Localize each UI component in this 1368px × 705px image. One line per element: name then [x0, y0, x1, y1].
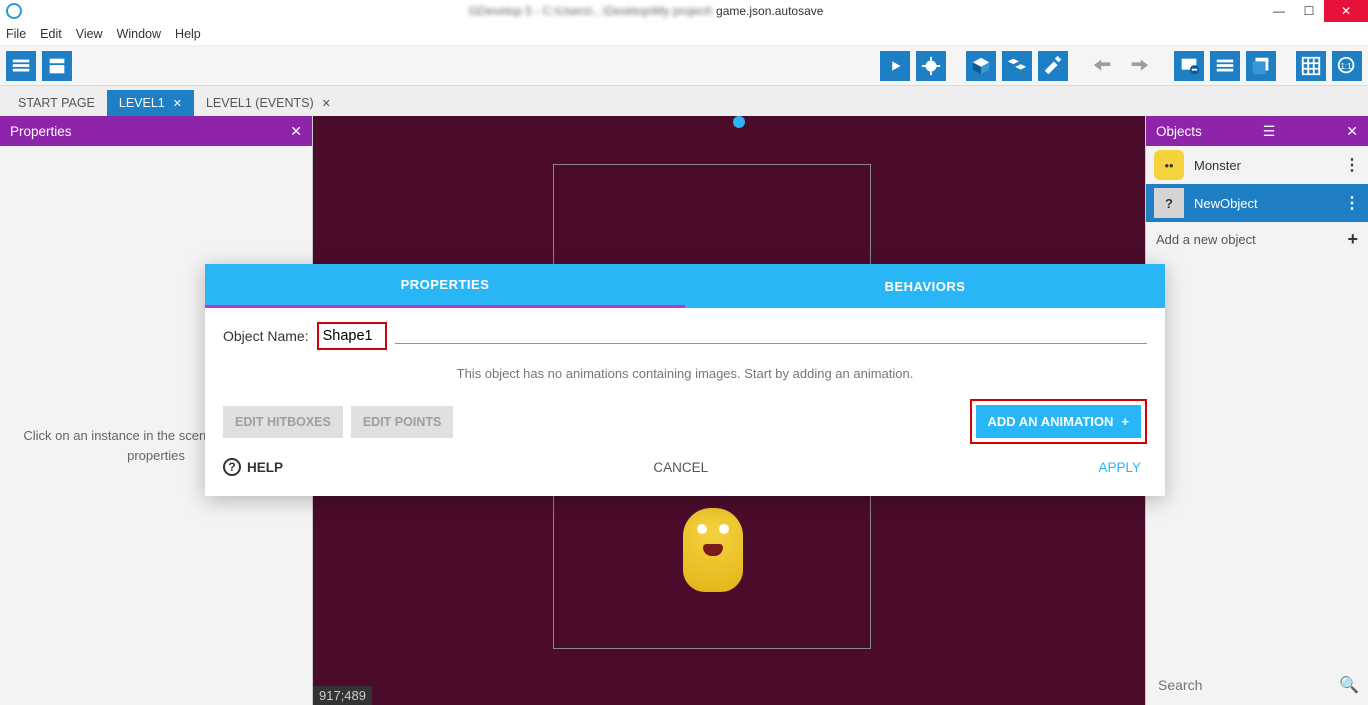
- tab-label: LEVEL1 (EVENTS): [206, 96, 314, 110]
- document-tabs: START PAGE LEVEL1 ✕ LEVEL1 (EVENTS) ✕: [0, 86, 1368, 116]
- kebab-icon[interactable]: ⋮: [1344, 193, 1360, 213]
- scene-handle-icon[interactable]: [733, 116, 745, 128]
- close-icon[interactable]: ✕: [290, 123, 302, 140]
- object-name-highlight: [317, 322, 387, 350]
- tab-label: LEVEL1: [119, 96, 165, 110]
- window-title-tail: game.json.autosave: [716, 4, 823, 18]
- panel-toggle-2-icon[interactable]: [42, 51, 72, 81]
- add-animation-highlight: ADD AN ANIMATION +: [970, 399, 1148, 444]
- close-icon[interactable]: ✕: [173, 97, 182, 110]
- object-name-label: Object Name:: [223, 328, 309, 344]
- toolbar: 1:1: [0, 46, 1368, 86]
- debug-icon[interactable]: [916, 51, 946, 81]
- menu-file[interactable]: File: [6, 27, 26, 41]
- no-animation-hint: This object has no animations containing…: [223, 366, 1147, 381]
- menu-window[interactable]: Window: [117, 27, 161, 41]
- sprite-monster[interactable]: [683, 508, 743, 592]
- panel-toggle-1-icon[interactable]: [6, 51, 36, 81]
- menu-help[interactable]: Help: [175, 27, 201, 41]
- panel-title: Objects: [1156, 124, 1202, 139]
- layers-icon[interactable]: [1174, 51, 1204, 81]
- filter-icon[interactable]: ☰: [1263, 123, 1276, 140]
- windows-icon[interactable]: [1246, 51, 1276, 81]
- app-icon: [6, 3, 22, 19]
- button-label: EDIT HITBOXES: [235, 415, 331, 429]
- help-icon: ?: [223, 458, 241, 476]
- objects-panel: Objects ☰ ✕ •• Monster ⋮ ? NewObject ⋮ A…: [1145, 116, 1368, 705]
- object-label: Monster: [1194, 158, 1241, 173]
- object-thumb-icon: ••: [1154, 150, 1184, 180]
- plus-icon[interactable]: +: [1347, 229, 1358, 250]
- object-label: NewObject: [1194, 196, 1258, 211]
- edit-hitboxes-button[interactable]: EDIT HITBOXES: [223, 406, 343, 438]
- tab-behaviors[interactable]: BEHAVIORS: [685, 264, 1165, 308]
- tab-label: START PAGE: [18, 96, 95, 110]
- tab-level1[interactable]: LEVEL1 ✕: [107, 90, 194, 116]
- object-editor-dialog: PROPERTIES BEHAVIORS Object Name: This o…: [205, 264, 1165, 496]
- search-icon[interactable]: 🔍: [1339, 675, 1359, 695]
- close-icon[interactable]: ✕: [322, 97, 331, 110]
- search-input[interactable]: [1158, 677, 1339, 693]
- play-icon[interactable]: [880, 51, 910, 81]
- list-icon[interactable]: [1210, 51, 1240, 81]
- add-animation-button[interactable]: ADD AN ANIMATION +: [976, 405, 1142, 438]
- zoom-reset-icon[interactable]: 1:1: [1332, 51, 1362, 81]
- tab-label: PROPERTIES: [401, 277, 490, 292]
- cancel-button[interactable]: CANCEL: [653, 460, 708, 475]
- button-label: EDIT POINTS: [363, 415, 441, 429]
- menubar: File Edit View Window Help: [0, 22, 1368, 46]
- coords-readout: 917;489: [313, 686, 372, 705]
- object-item-newobject[interactable]: ? NewObject ⋮: [1146, 184, 1368, 222]
- panel-title: Properties: [10, 124, 72, 139]
- edit-points-button[interactable]: EDIT POINTS: [351, 406, 453, 438]
- add-object-label: Add a new object: [1156, 232, 1256, 247]
- object-thumb-icon: ?: [1154, 188, 1184, 218]
- svg-text:1:1: 1:1: [1340, 61, 1352, 70]
- button-label: ADD AN ANIMATION: [988, 414, 1114, 429]
- window-title: GDevelop 5 - C:\Users\...\Desktop\My pro…: [469, 4, 712, 18]
- grid-icon[interactable]: [1296, 51, 1326, 81]
- tab-start-page[interactable]: START PAGE: [6, 90, 107, 116]
- objects-panel-header: Objects ☰ ✕: [1146, 116, 1368, 146]
- cubes-icon[interactable]: [1002, 51, 1032, 81]
- redo-icon[interactable]: [1124, 51, 1154, 81]
- kebab-icon[interactable]: ⋮: [1344, 155, 1360, 175]
- object-name-input[interactable]: [321, 324, 383, 348]
- undo-icon[interactable]: [1088, 51, 1118, 81]
- window-titlebar: GDevelop 5 - C:\Users\...\Desktop\My pro…: [0, 0, 1368, 22]
- plus-icon: +: [1121, 414, 1129, 429]
- minimize-button[interactable]: —: [1264, 0, 1294, 22]
- apply-button[interactable]: APPLY: [1098, 460, 1141, 475]
- cube-icon[interactable]: [966, 51, 996, 81]
- help-label: HELP: [247, 460, 283, 475]
- properties-panel-header: Properties ✕: [0, 116, 312, 146]
- menu-edit[interactable]: Edit: [40, 27, 62, 41]
- edit-icon[interactable]: [1038, 51, 1068, 81]
- add-object-row[interactable]: Add a new object +: [1146, 222, 1368, 256]
- close-window-button[interactable]: ✕: [1324, 0, 1368, 22]
- object-item-monster[interactable]: •• Monster ⋮: [1146, 146, 1368, 184]
- tab-level1-events[interactable]: LEVEL1 (EVENTS) ✕: [194, 90, 343, 116]
- objects-search: 🔍: [1146, 665, 1368, 705]
- tab-properties[interactable]: PROPERTIES: [205, 264, 685, 308]
- input-underline: [395, 343, 1147, 344]
- menu-view[interactable]: View: [76, 27, 103, 41]
- close-icon[interactable]: ✕: [1346, 123, 1358, 140]
- help-button[interactable]: ? HELP: [223, 458, 283, 476]
- tab-label: BEHAVIORS: [885, 279, 966, 294]
- maximize-button[interactable]: ☐: [1294, 0, 1324, 22]
